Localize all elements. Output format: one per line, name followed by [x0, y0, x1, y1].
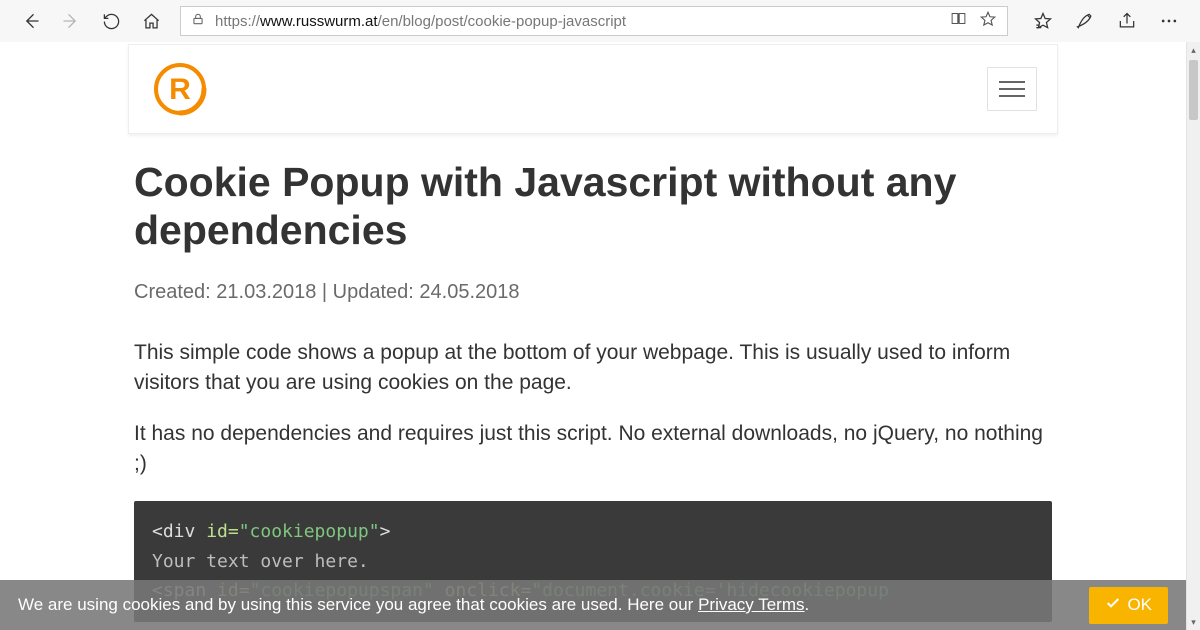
scroll-thumb[interactable] — [1189, 60, 1198, 120]
page-title: Cookie Popup with Javascript without any… — [134, 158, 1052, 255]
cookie-text: We are using cookies and by using this s… — [18, 595, 1069, 615]
check-icon — [1105, 595, 1121, 616]
privacy-link[interactable]: Privacy Terms — [698, 595, 804, 614]
url-text: https://www.russwurm.at/en/blog/post/coo… — [215, 13, 626, 30]
ok-label: OK — [1127, 595, 1152, 615]
paragraph-1: This simple code shows a popup at the bo… — [134, 338, 1052, 398]
forward-button[interactable] — [54, 4, 88, 38]
cookie-ok-button[interactable]: OK — [1089, 587, 1168, 624]
svg-text:R: R — [169, 73, 191, 106]
site-logo[interactable]: R — [149, 58, 211, 120]
cookie-banner: We are using cookies and by using this s… — [0, 580, 1186, 630]
menu-button[interactable] — [987, 67, 1037, 111]
favorites-menu-icon[interactable] — [1026, 4, 1060, 38]
scroll-up-icon[interactable]: ▴ — [1187, 42, 1200, 58]
vertical-scrollbar[interactable]: ▴ ▾ — [1186, 42, 1200, 630]
post-meta: Created: 21.03.2018 | Updated: 24.05.201… — [134, 281, 1052, 304]
refresh-button[interactable] — [94, 4, 128, 38]
favorite-star-icon[interactable] — [979, 10, 997, 33]
address-bar[interactable]: https://www.russwurm.at/en/blog/post/coo… — [180, 6, 1008, 36]
page-viewport: R Cookie Popup with Javascript without a… — [0, 42, 1186, 630]
more-menu-icon[interactable] — [1152, 4, 1186, 38]
home-button[interactable] — [134, 4, 168, 38]
paragraph-2: It has no dependencies and requires just… — [134, 419, 1052, 479]
browser-toolbar: https://www.russwurm.at/en/blog/post/coo… — [0, 0, 1200, 42]
reading-view-icon[interactable] — [950, 10, 967, 33]
site-header: R — [128, 44, 1058, 134]
share-icon[interactable] — [1110, 4, 1144, 38]
back-button[interactable] — [14, 4, 48, 38]
lock-icon — [191, 12, 205, 31]
notes-icon[interactable] — [1068, 4, 1102, 38]
scroll-down-icon[interactable]: ▾ — [1187, 614, 1200, 630]
